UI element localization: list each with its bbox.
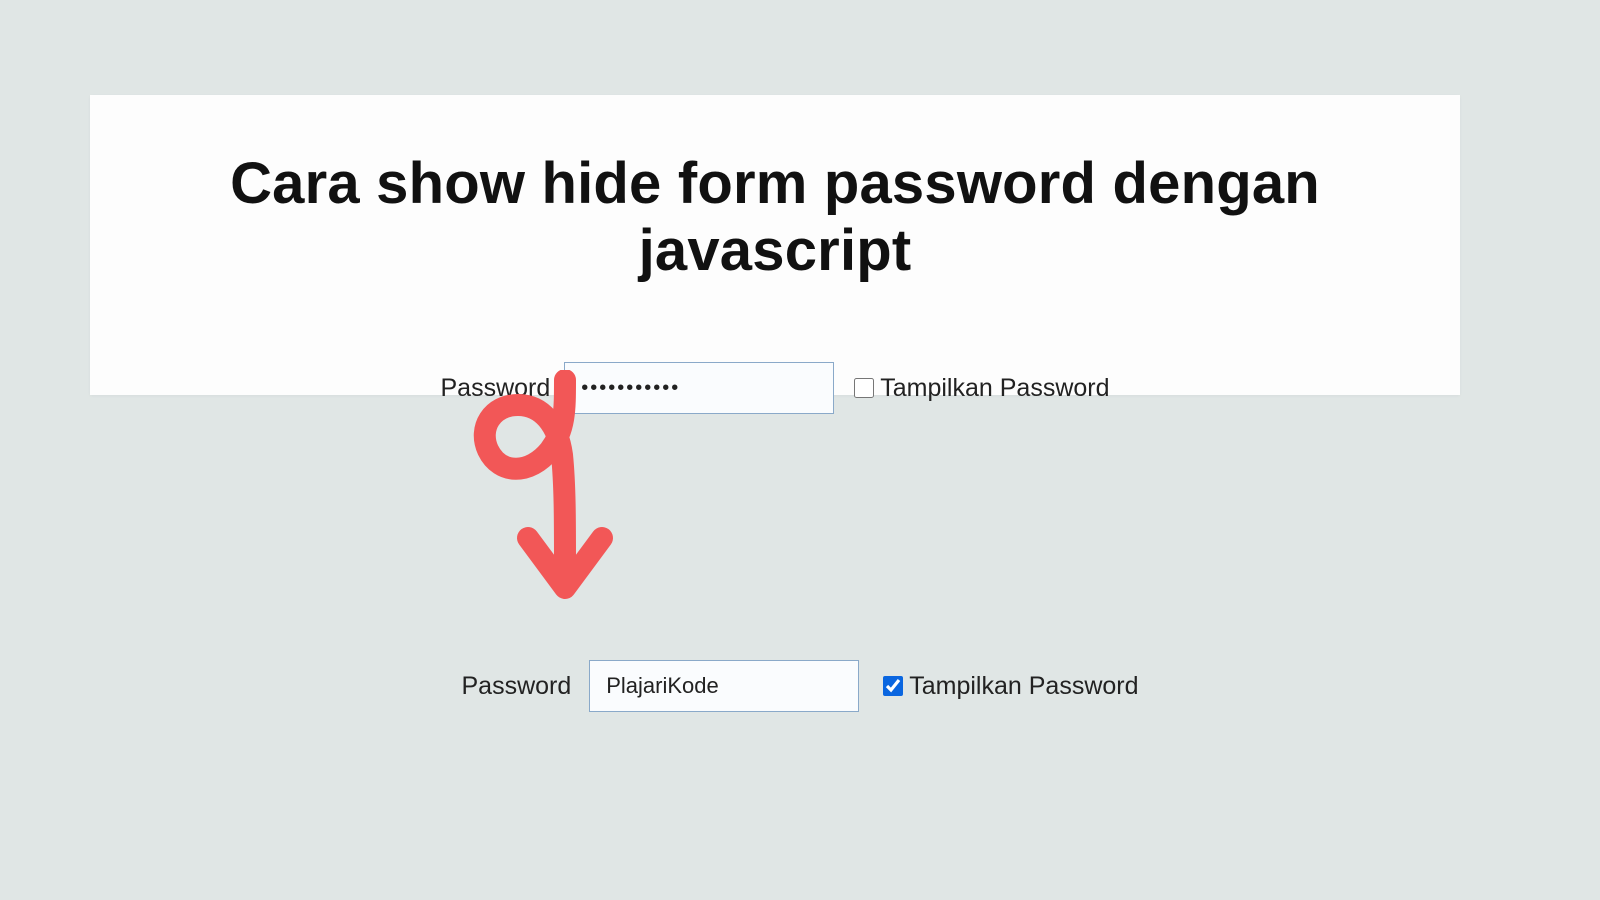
page-title: Cara show hide form password dengan java…	[90, 95, 1460, 284]
show-password-label-hidden: Tampilkan Password	[880, 374, 1109, 403]
example-card: Cara show hide form password dengan java…	[90, 95, 1460, 395]
password-input-hidden[interactable]	[564, 362, 834, 414]
form-row-hidden: Password Tampilkan Password	[90, 362, 1460, 414]
form-row-shown: Password Tampilkan Password	[0, 660, 1600, 712]
show-password-toggle-hidden: Tampilkan Password	[854, 374, 1109, 403]
password-label-hidden: Password	[440, 374, 550, 403]
show-password-checkbox-hidden[interactable]	[854, 378, 874, 398]
password-label-shown: Password	[461, 672, 571, 701]
show-password-checkbox-shown[interactable]	[883, 676, 903, 696]
show-password-label-shown: Tampilkan Password	[909, 672, 1138, 701]
show-password-toggle-shown: Tampilkan Password	[883, 672, 1138, 701]
password-input-shown[interactable]	[589, 660, 859, 712]
